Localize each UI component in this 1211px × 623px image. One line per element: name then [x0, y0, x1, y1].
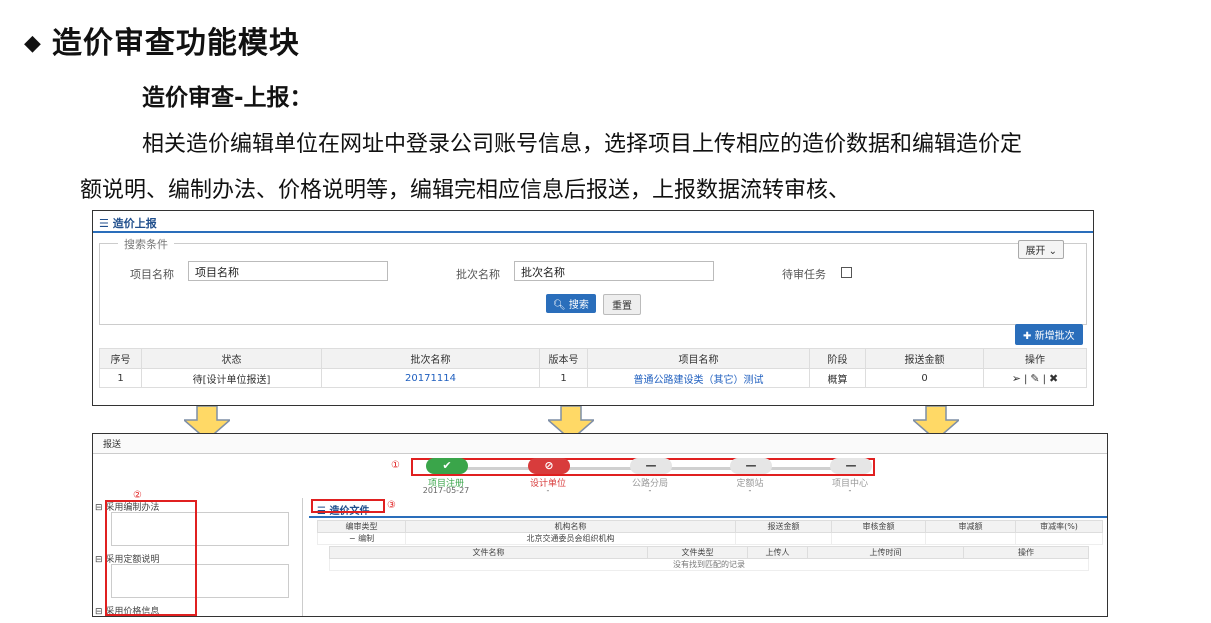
cell-version: 1 — [539, 368, 588, 388]
empty-message: 没有找到匹配的记录 — [329, 558, 1089, 571]
chevron-down-icon: ⌄ — [1045, 246, 1057, 257]
panel-title: 造价上报 — [112, 217, 157, 230]
marker-3: ③ — [387, 500, 396, 511]
slide-heading: ◆ 造价审查功能模块 — [24, 18, 300, 62]
cell-stage: 概算 — [809, 368, 866, 388]
paragraph-line-2: 额说明、编制办法、价格说明等，编辑完相应信息后报送，上报数据流转审核、 — [80, 178, 851, 203]
cost-files-panel: ☰ 造价文件 编审类型 机构名称 报送金额 审核金额 审减额 审减率(%) − … — [309, 498, 1107, 616]
tab-underline — [309, 516, 1107, 518]
col-header: 序号 — [99, 348, 142, 369]
slide-heading-text: 造价审查功能模块 — [51, 26, 300, 61]
table-row: 1 待[设计单位报送] 20171114 1 普通公路建设类（其它）测试 概算 … — [99, 368, 1087, 388]
edit-icon[interactable]: ✎ — [1030, 372, 1039, 385]
batch-table: 序号 状态 批次名称 版本号 项目名称 阶段 报送金额 操作 1 待[设计单位报… — [99, 348, 1087, 388]
batch-name-input[interactable]: 批次名称 — [514, 261, 714, 281]
cell-org: 北京交通委员会组织机构 — [405, 532, 736, 545]
step-date: - — [546, 486, 550, 495]
send-icon[interactable]: ➢ — [1012, 372, 1021, 385]
table-row: − 编制 北京交通委员会组织机构 — [317, 532, 1103, 545]
step-quota-station: — — [730, 458, 772, 474]
project-name-input[interactable]: 项目名称 — [188, 261, 388, 281]
step-date: - — [848, 486, 852, 495]
slide-subheading: 造价审查-上报： — [142, 85, 313, 111]
table-row: 没有找到匹配的记录 — [329, 558, 1089, 571]
col-header: 文件名称 — [329, 546, 648, 559]
col-header: 操作 — [983, 348, 1087, 369]
col-header: 编审类型 — [317, 520, 406, 533]
project-name-label: 项目名称 — [130, 268, 174, 281]
step-design-unit: ⊘ — [528, 458, 570, 474]
left-highlight-box — [105, 500, 197, 616]
cell-amount: 0 — [865, 368, 984, 388]
review-table: 编审类型 机构名称 报送金额 审核金额 审减额 审减率(%) − 编制 北京交通… — [317, 520, 1103, 545]
marker-1: ① — [391, 460, 400, 471]
reset-button[interactable]: 重置 — [603, 294, 641, 315]
expand-button[interactable]: 展开 ⌄ — [1018, 240, 1064, 259]
col-header: 上传时间 — [807, 546, 964, 559]
paragraph-line-1: 相关造价编辑单位在网址中登录公司账号信息，选择项目上传相应的造价数据和编辑造价定 — [142, 132, 1023, 157]
col-header: 批次名称 — [321, 348, 540, 369]
search-conditions: 搜索条件 展开 ⌄ 项目名称 项目名称 批次名称 批次名称 待审任务 🔍︎ 搜索… — [99, 236, 1087, 325]
col-header: 操作 — [963, 546, 1089, 559]
workflow-steps: ✔ ⊘ — — — — [418, 458, 878, 478]
cost-report-screenshot: ☰ 造价上报 搜索条件 展开 ⌄ 项目名称 项目名称 批次名称 批次名称 待审任… — [92, 210, 1094, 406]
col-header: 文件类型 — [647, 546, 748, 559]
table-header-row: 序号 状态 批次名称 版本号 项目名称 阶段 报送金额 操作 — [99, 348, 1087, 369]
col-header: 机构名称 — [405, 520, 736, 533]
batch-name-label: 批次名称 — [456, 268, 500, 281]
cell-empty — [735, 532, 832, 545]
list-icon: ☰ — [99, 217, 113, 230]
plus-icon: ✚ — [1023, 331, 1032, 342]
cell-empty — [925, 532, 1016, 545]
search-icon: 🔍︎ — [553, 300, 566, 311]
cell-index: 1 — [99, 368, 142, 388]
panel-titlebar: ☰ 造价上报 — [93, 211, 1093, 233]
diamond-bullet-icon: ◆ — [24, 31, 42, 56]
cell-empty — [1015, 532, 1103, 545]
pending-task-label: 待审任务 — [782, 268, 826, 281]
step-date: 2017-05-27 — [422, 486, 470, 495]
col-header: 报送金额 — [865, 348, 984, 369]
col-header: 版本号 — [539, 348, 588, 369]
table-header-row: 编审类型 机构名称 报送金额 审核金额 审减额 审减率(%) — [317, 520, 1103, 533]
col-header: 审核金额 — [831, 520, 926, 533]
col-header: 阶段 — [809, 348, 866, 369]
step-project-register: ✔ — [426, 458, 468, 474]
col-header: 审减额 — [925, 520, 1016, 533]
cell-batch-link[interactable]: 20171114 — [321, 368, 540, 388]
step-date: - — [748, 486, 752, 495]
col-header: 审减率(%) — [1015, 520, 1103, 533]
collapse-icon[interactable]: − — [349, 534, 358, 543]
delete-icon[interactable]: ✖ — [1049, 372, 1058, 385]
file-table: 文件名称 文件类型 上传人 上传时间 操作 没有找到匹配的记录 — [329, 546, 1089, 571]
step-date: - — [648, 486, 652, 495]
table-header-row: 文件名称 文件类型 上传人 上传时间 操作 — [329, 546, 1089, 559]
cell-type: − 编制 — [317, 532, 406, 545]
cell-status: 待[设计单位报送] — [141, 368, 322, 388]
col-header: 上传人 — [747, 546, 808, 559]
search-legend: 搜索条件 — [118, 236, 174, 252]
cell-empty — [831, 532, 926, 545]
cell-project-link[interactable]: 普通公路建设类（其它）测试 — [587, 368, 810, 388]
step-highway-branch: — — [630, 458, 672, 474]
step-project-center: — — [830, 458, 872, 474]
col-header: 项目名称 — [587, 348, 810, 369]
col-header: 状态 — [141, 348, 322, 369]
tab-highlight-box — [311, 499, 385, 513]
col-header: 报送金额 — [735, 520, 832, 533]
cell-operations: ➢ | ✎ | ✖ — [983, 368, 1087, 388]
search-button[interactable]: 🔍︎ 搜索 — [546, 294, 596, 313]
new-batch-button[interactable]: ✚ 新增批次 — [1015, 324, 1083, 345]
dialog-title: 报送 — [93, 434, 1107, 454]
submit-screenshot: 报送 ① ✔ ⊘ — — — 项目注册 2017-05-27 设计单位 - 公路… — [92, 433, 1108, 617]
pending-task-checkbox[interactable] — [841, 267, 852, 278]
